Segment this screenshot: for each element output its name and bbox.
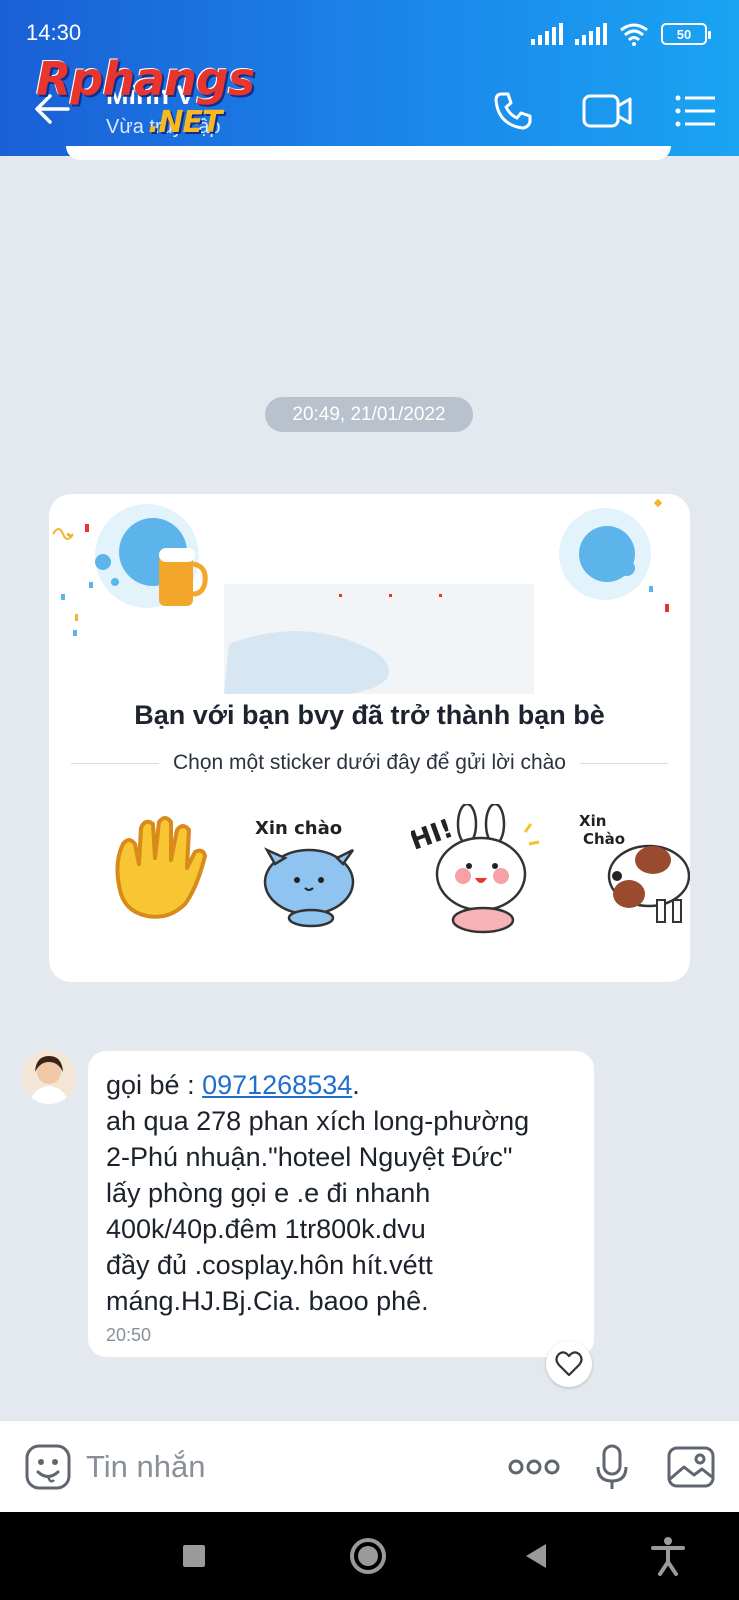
sticker-puppy-bow[interactable]: Xin Chào: [577, 804, 690, 934]
wifi-icon: [620, 23, 648, 46]
emoji-smile-icon: [25, 1444, 71, 1490]
battery-level: 50: [676, 26, 692, 42]
more-options-button[interactable]: [506, 1449, 562, 1485]
menu-button[interactable]: [672, 88, 718, 134]
status-icons: 50: [531, 20, 711, 48]
waving-hand-icon: [115, 816, 207, 919]
sticker-waving-hand[interactable]: [93, 804, 223, 934]
date-separator: 20:49, 21/01/2022: [265, 397, 473, 432]
message-suffix: .: [352, 1070, 360, 1100]
new-friend-card: Bạn với bạn bvy đã trở thành bạn bè Chọn…: [49, 494, 690, 982]
message-line: ah qua 278 phan xích long-phường: [106, 1106, 530, 1136]
image-icon: [667, 1446, 715, 1488]
avatar-photo: [22, 1050, 76, 1104]
phone-icon: [494, 92, 532, 130]
voice-record-button[interactable]: [594, 1443, 630, 1493]
friend-card-subtitle-row: Chọn một sticker dưới đây để gửi lời chà…: [71, 748, 668, 778]
accessibility-icon: [651, 1537, 685, 1576]
svg-text:Chào: Chào: [583, 830, 625, 848]
message-line: lấy phòng gọi e .e đi nhanh: [106, 1178, 431, 1208]
emoji-button[interactable]: [24, 1443, 72, 1491]
sticker-bunny-hi[interactable]: HI!: [406, 802, 541, 934]
app-header: 14:30 50 Minh V Vừa truy cập Rphangs .NE…: [0, 0, 739, 156]
previous-message-edge: [66, 146, 671, 160]
message-composer: [0, 1420, 739, 1512]
svg-text:Xin: Xin: [579, 812, 606, 830]
message-text: gọi bé : 0971268534. ah qua 278 phan xíc…: [106, 1067, 586, 1319]
triangle-back-icon: [526, 1544, 546, 1568]
message-line: đầy đủ .cosplay.hôn hít.vétt: [106, 1250, 433, 1280]
bunny-hi-sticker-icon: HI!: [406, 802, 540, 934]
divider-right: [580, 762, 668, 764]
message-line-first: gọi bé : 0971268534.: [106, 1067, 586, 1103]
message-line: máng.HJ.Bj.Cia. baoo phê.: [106, 1286, 429, 1316]
celebration-banner: [52, 498, 669, 694]
accessibility-button[interactable]: [646, 1534, 690, 1578]
list-menu-icon: [675, 95, 715, 127]
sticker-blue-cat[interactable]: Xin chào: [247, 804, 377, 934]
microphone-icon: [596, 1444, 628, 1489]
battery-icon: 50: [661, 23, 711, 45]
react-button[interactable]: [546, 1341, 592, 1387]
message-line: 2-Phú nhuận."hoteel Nguyệt Đức": [106, 1142, 513, 1172]
recent-apps-button[interactable]: [172, 1534, 216, 1578]
message-time: 20:50: [106, 1325, 152, 1345]
more-dots-icon: [508, 1459, 560, 1475]
watermark-logo: Rphangs .NET: [36, 52, 255, 140]
home-button[interactable]: [346, 1534, 390, 1578]
message-bubble[interactable]: gọi bé : 0971268534. ah qua 278 phan xíc…: [88, 1051, 594, 1357]
heart-icon: [555, 1351, 583, 1377]
message-input[interactable]: [86, 1445, 466, 1489]
sender-avatar[interactable]: [22, 1050, 76, 1104]
system-back-button[interactable]: [514, 1534, 558, 1578]
phone-number-link[interactable]: 0971268534: [202, 1070, 352, 1100]
square-icon: [183, 1545, 205, 1567]
signal-icon: [531, 23, 563, 45]
image-picker-button[interactable]: [666, 1445, 716, 1489]
video-camera-icon: [582, 94, 632, 128]
signal-icon-2: [575, 23, 607, 45]
blue-cat-sticker-icon: Xin chào: [255, 818, 355, 928]
call-button[interactable]: [490, 88, 540, 134]
friend-card-subtitle: Chọn một sticker dưới đây để gửi lời chà…: [173, 751, 566, 774]
status-time: 14:30: [26, 20, 82, 45]
friend-card-title: Bạn với bạn bvy đã trở thành bạn bè: [134, 700, 605, 730]
video-call-button[interactable]: [580, 88, 636, 134]
message-line: 400k/40p.đêm 1tr800k.dvu: [106, 1214, 426, 1244]
message-prefix: gọi bé :: [106, 1070, 203, 1100]
svg-text:Xin chào: Xin chào: [255, 818, 342, 839]
divider-left: [71, 762, 159, 764]
system-nav-bar: [0, 1512, 739, 1600]
home-circle-icon: [350, 1538, 386, 1574]
puppy-bow-sticker-icon: Xin Chào: [579, 812, 690, 923]
